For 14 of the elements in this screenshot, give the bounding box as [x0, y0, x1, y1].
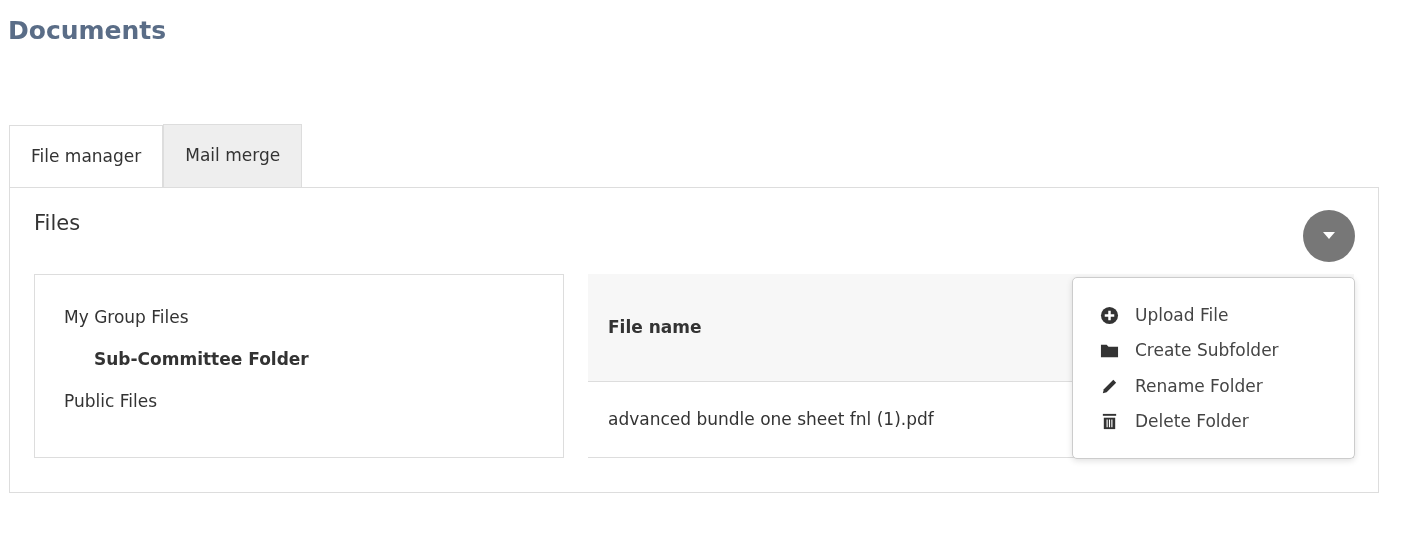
- panel-title: Files: [34, 209, 81, 237]
- plus-circle-icon: [1100, 305, 1119, 325]
- folder-item[interactable]: Public Files: [64, 380, 534, 423]
- folder-item[interactable]: My Group Files: [64, 297, 534, 339]
- menu-item[interactable]: Create Subfolder: [1073, 333, 1354, 369]
- trash-icon: [1100, 412, 1119, 432]
- tab[interactable]: Mail merge: [163, 124, 303, 187]
- caret-icon: [1323, 232, 1335, 239]
- menu-item[interactable]: Delete Folder: [1073, 404, 1354, 440]
- menu-item[interactable]: Upload File: [1073, 297, 1354, 333]
- folder-item[interactable]: Sub-Committee Folder: [64, 338, 534, 381]
- page-title: Documents: [8, 16, 168, 46]
- tab[interactable]: File manager: [9, 125, 164, 188]
- dropdown-button[interactable]: [1303, 209, 1355, 262]
